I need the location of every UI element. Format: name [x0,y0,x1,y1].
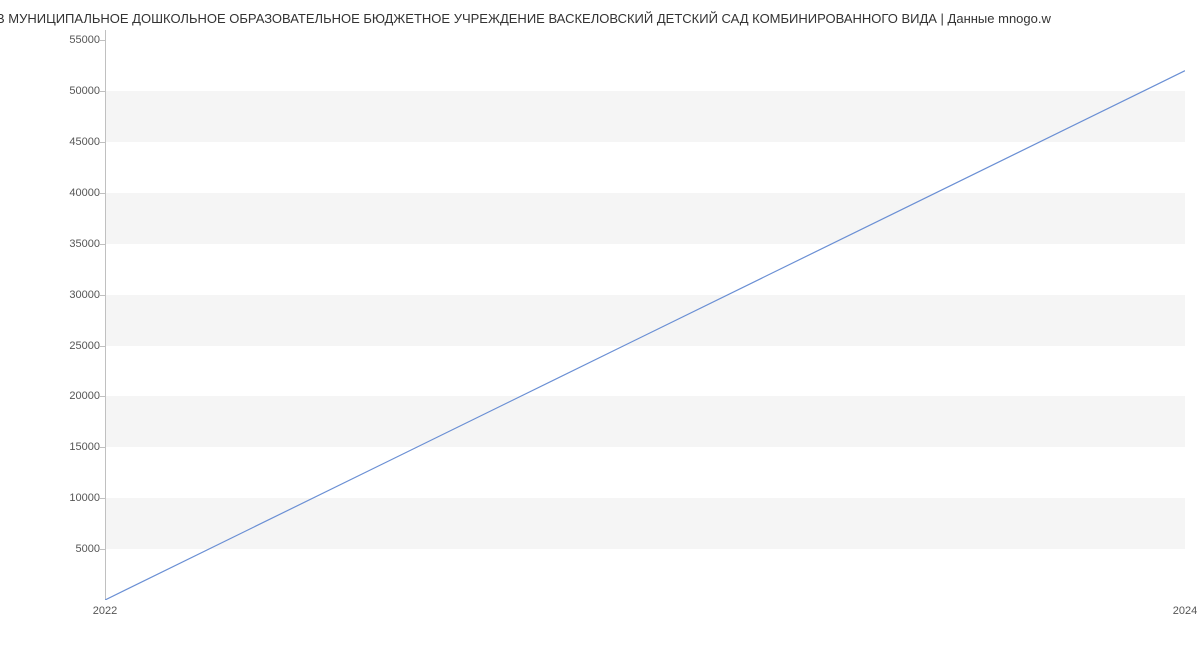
y-tick-label: 55000 [40,34,100,46]
x-tick-label: 2022 [93,605,117,617]
y-tick-label: 15000 [40,441,100,453]
y-tick-label: 50000 [40,85,100,97]
y-tick-label: 35000 [40,238,100,250]
y-tick-label: 45000 [40,136,100,148]
x-tick-label: 2024 [1173,605,1197,617]
y-tick-label: 25000 [40,340,100,352]
y-tick-label: 30000 [40,289,100,301]
y-tick-label: 20000 [40,390,100,402]
plot-region [105,30,1185,600]
y-tick-label: 10000 [40,492,100,504]
data-series-line [105,71,1185,600]
chart-area: 5000100001500020000250003000035000400004… [105,30,1185,600]
y-tick-label: 5000 [40,543,100,555]
y-tick-label: 40000 [40,187,100,199]
chart-title: ЛАТА В МУНИЦИПАЛЬНОЕ ДОШКОЛЬНОЕ ОБРАЗОВА… [0,5,1051,26]
line-plot [105,30,1185,600]
